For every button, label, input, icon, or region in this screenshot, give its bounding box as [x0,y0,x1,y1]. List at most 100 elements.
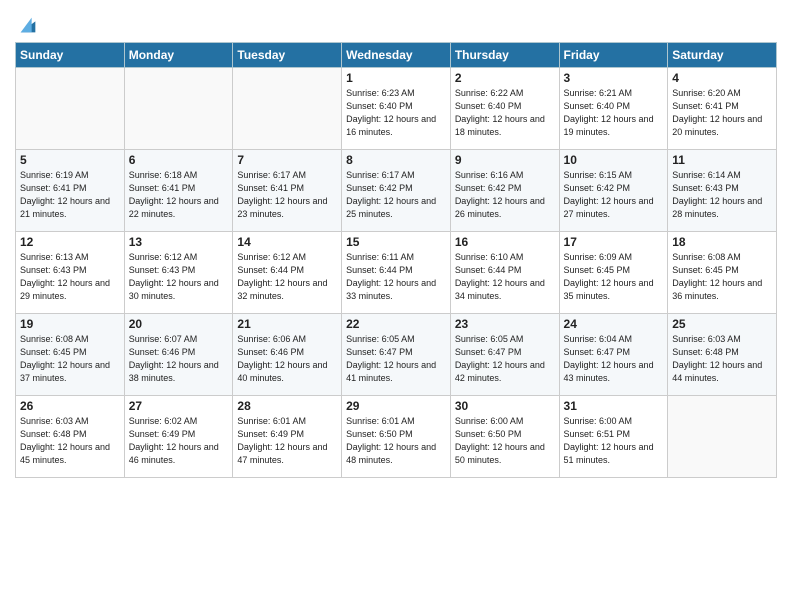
day-info: Sunrise: 6:14 AMSunset: 6:43 PMDaylight:… [672,169,772,221]
day-cell: 19 Sunrise: 6:08 AMSunset: 6:45 PMDayligh… [16,314,125,396]
day-cell: 29 Sunrise: 6:01 AMSunset: 6:50 PMDayligh… [342,396,451,478]
day-number: 30 [455,399,555,413]
day-number: 26 [20,399,120,413]
day-info: Sunrise: 6:17 AMSunset: 6:41 PMDaylight:… [237,169,337,221]
day-number: 12 [20,235,120,249]
day-info: Sunrise: 6:08 AMSunset: 6:45 PMDaylight:… [20,333,120,385]
day-number: 9 [455,153,555,167]
day-info: Sunrise: 6:09 AMSunset: 6:45 PMDaylight:… [564,251,664,303]
weekday-header: Monday [124,43,233,68]
day-number: 27 [129,399,229,413]
day-info: Sunrise: 6:10 AMSunset: 6:44 PMDaylight:… [455,251,555,303]
weekday-header: Thursday [450,43,559,68]
weekday-header: Tuesday [233,43,342,68]
day-info: Sunrise: 6:17 AMSunset: 6:42 PMDaylight:… [346,169,446,221]
day-number: 2 [455,71,555,85]
day-info: Sunrise: 6:05 AMSunset: 6:47 PMDaylight:… [455,333,555,385]
day-cell: 18Sunrise: 6:08 AMSunset: 6:45 PMDayligh… [668,232,777,314]
weekday-header: Friday [559,43,668,68]
day-cell: 26 Sunrise: 6:03 AMSunset: 6:48 PMDayligh… [16,396,125,478]
day-cell: 20Sunrise: 6:07 AMSunset: 6:46 PMDayligh… [124,314,233,396]
day-cell: 5 Sunrise: 6:19 AMSunset: 6:41 PMDaylight… [16,150,125,232]
week-row: 1 Sunrise: 6:23 AMSunset: 6:40 PMDaylight… [16,68,777,150]
day-cell: 21Sunrise: 6:06 AMSunset: 6:46 PMDayligh… [233,314,342,396]
week-row: 19 Sunrise: 6:08 AMSunset: 6:45 PMDayligh… [16,314,777,396]
day-number: 13 [129,235,229,249]
day-cell: 15 Sunrise: 6:11 AMSunset: 6:44 PMDayligh… [342,232,451,314]
day-info: Sunrise: 6:11 AMSunset: 6:44 PMDaylight:… [346,251,446,303]
day-info: Sunrise: 6:22 AMSunset: 6:40 PMDaylight:… [455,87,555,139]
day-number: 16 [455,235,555,249]
day-cell: 11 Sunrise: 6:14 AMSunset: 6:43 PMDayligh… [668,150,777,232]
day-info: Sunrise: 6:03 AMSunset: 6:48 PMDaylight:… [672,333,772,385]
day-number: 14 [237,235,337,249]
day-cell: 31 Sunrise: 6:00 AMSunset: 6:51 PMDayligh… [559,396,668,478]
day-info: Sunrise: 6:07 AMSunset: 6:46 PMDaylight:… [129,333,229,385]
day-number: 21 [237,317,337,331]
day-cell: 4 Sunrise: 6:20 AMSunset: 6:41 PMDaylight… [668,68,777,150]
header [15,10,777,36]
day-number: 24 [564,317,664,331]
day-number: 6 [129,153,229,167]
day-cell [233,68,342,150]
day-cell: 27 Sunrise: 6:02 AMSunset: 6:49 PMDayligh… [124,396,233,478]
day-info: Sunrise: 6:16 AMSunset: 6:42 PMDaylight:… [455,169,555,221]
weekday-header: Saturday [668,43,777,68]
day-cell: 28 Sunrise: 6:01 AMSunset: 6:49 PMDayligh… [233,396,342,478]
day-info: Sunrise: 6:03 AMSunset: 6:48 PMDaylight:… [20,415,120,467]
day-info: Sunrise: 6:12 AMSunset: 6:44 PMDaylight:… [237,251,337,303]
day-cell: 14 Sunrise: 6:12 AMSunset: 6:44 PMDayligh… [233,232,342,314]
day-cell: 22Sunrise: 6:05 AMSunset: 6:47 PMDayligh… [342,314,451,396]
day-number: 28 [237,399,337,413]
day-info: Sunrise: 6:05 AMSunset: 6:47 PMDaylight:… [346,333,446,385]
day-cell: 23 Sunrise: 6:05 AMSunset: 6:47 PMDayligh… [450,314,559,396]
logo [15,14,39,36]
day-number: 29 [346,399,446,413]
weekday-header-row: SundayMondayTuesdayWednesdayThursdayFrid… [16,43,777,68]
page: SundayMondayTuesdayWednesdayThursdayFrid… [0,0,792,612]
day-info: Sunrise: 6:19 AMSunset: 6:41 PMDaylight:… [20,169,120,221]
day-number: 17 [564,235,664,249]
day-number: 5 [20,153,120,167]
day-number: 11 [672,153,772,167]
day-info: Sunrise: 6:01 AMSunset: 6:49 PMDaylight:… [237,415,337,467]
day-cell: 16 Sunrise: 6:10 AMSunset: 6:44 PMDayligh… [450,232,559,314]
day-cell: 1 Sunrise: 6:23 AMSunset: 6:40 PMDaylight… [342,68,451,150]
day-cell: 10 Sunrise: 6:15 AMSunset: 6:42 PMDayligh… [559,150,668,232]
day-number: 4 [672,71,772,85]
day-cell: 8Sunrise: 6:17 AMSunset: 6:42 PMDaylight… [342,150,451,232]
day-info: Sunrise: 6:01 AMSunset: 6:50 PMDaylight:… [346,415,446,467]
logo-icon [17,14,39,36]
day-info: Sunrise: 6:20 AMSunset: 6:41 PMDaylight:… [672,87,772,139]
day-number: 19 [20,317,120,331]
day-cell [668,396,777,478]
day-number: 23 [455,317,555,331]
day-number: 10 [564,153,664,167]
day-info: Sunrise: 6:12 AMSunset: 6:43 PMDaylight:… [129,251,229,303]
day-info: Sunrise: 6:23 AMSunset: 6:40 PMDaylight:… [346,87,446,139]
day-info: Sunrise: 6:18 AMSunset: 6:41 PMDaylight:… [129,169,229,221]
week-row: 26 Sunrise: 6:03 AMSunset: 6:48 PMDayligh… [16,396,777,478]
day-info: Sunrise: 6:00 AMSunset: 6:51 PMDaylight:… [564,415,664,467]
day-cell: 25Sunrise: 6:03 AMSunset: 6:48 PMDayligh… [668,314,777,396]
day-info: Sunrise: 6:00 AMSunset: 6:50 PMDaylight:… [455,415,555,467]
calendar: SundayMondayTuesdayWednesdayThursdayFrid… [15,42,777,478]
day-info: Sunrise: 6:15 AMSunset: 6:42 PMDaylight:… [564,169,664,221]
day-info: Sunrise: 6:13 AMSunset: 6:43 PMDaylight:… [20,251,120,303]
day-cell: 7Sunrise: 6:17 AMSunset: 6:41 PMDaylight… [233,150,342,232]
day-number: 18 [672,235,772,249]
week-row: 12 Sunrise: 6:13 AMSunset: 6:43 PMDayligh… [16,232,777,314]
day-cell: 6 Sunrise: 6:18 AMSunset: 6:41 PMDaylight… [124,150,233,232]
day-cell [124,68,233,150]
day-cell: 12 Sunrise: 6:13 AMSunset: 6:43 PMDayligh… [16,232,125,314]
day-info: Sunrise: 6:02 AMSunset: 6:49 PMDaylight:… [129,415,229,467]
day-cell: 9 Sunrise: 6:16 AMSunset: 6:42 PMDaylight… [450,150,559,232]
day-cell: 30 Sunrise: 6:00 AMSunset: 6:50 PMDayligh… [450,396,559,478]
day-cell: 3Sunrise: 6:21 AMSunset: 6:40 PMDaylight… [559,68,668,150]
day-number: 15 [346,235,446,249]
day-info: Sunrise: 6:04 AMSunset: 6:47 PMDaylight:… [564,333,664,385]
weekday-header: Wednesday [342,43,451,68]
day-number: 1 [346,71,446,85]
day-info: Sunrise: 6:21 AMSunset: 6:40 PMDaylight:… [564,87,664,139]
day-number: 31 [564,399,664,413]
